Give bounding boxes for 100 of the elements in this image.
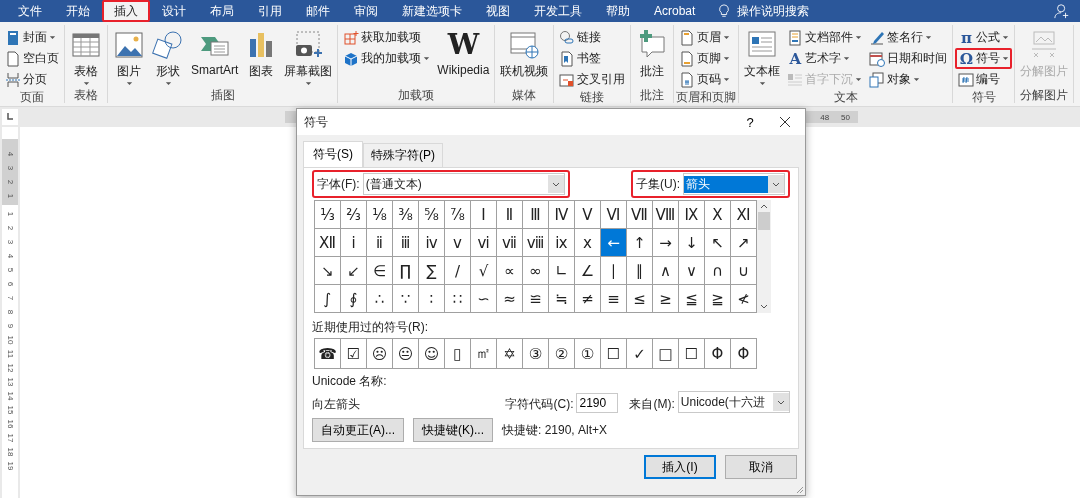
ribbon-tab[interactable]: 新建选项卡 bbox=[390, 0, 474, 22]
ribbon-button[interactable]: 获取加载项 bbox=[340, 27, 434, 48]
symbol-cell[interactable]: ∝ bbox=[497, 257, 522, 284]
symbol-cell[interactable]: ∧ bbox=[653, 257, 678, 284]
symbol-cell[interactable]: → bbox=[653, 229, 678, 256]
symbol-cell[interactable]: ⅱ bbox=[367, 229, 392, 256]
recent-symbol-cell[interactable]: ㎡ bbox=[471, 339, 496, 368]
ribbon-button[interactable]: 空白页 bbox=[2, 48, 62, 69]
symbol-cell[interactable]: ∟ bbox=[549, 257, 574, 284]
symbol-cell[interactable]: ↓ bbox=[679, 229, 704, 256]
ribbon-button[interactable]: 签名行 bbox=[866, 27, 951, 48]
ribbon-tab[interactable]: 视图 bbox=[474, 0, 522, 22]
recent-symbol-cell[interactable]: ✡ bbox=[497, 339, 522, 368]
ribbon-tab[interactable]: 设计 bbox=[150, 0, 198, 22]
recent-symbol-cell[interactable]: ☹ bbox=[367, 339, 392, 368]
ribbon-button[interactable]: 分页 bbox=[2, 69, 62, 90]
symbol-cell[interactable]: ∏ bbox=[393, 257, 418, 284]
symbol-cell[interactable]: ⅵ bbox=[471, 229, 496, 256]
symbol-cell[interactable]: ∷ bbox=[445, 285, 470, 312]
symbol-cell[interactable]: ∣ bbox=[601, 257, 626, 284]
symbol-cell[interactable]: ∠ bbox=[575, 257, 600, 284]
font-dropdown[interactable]: (普通文本) bbox=[362, 173, 565, 195]
recent-symbol-cell[interactable]: Φ bbox=[705, 339, 730, 368]
recent-symbol-cell[interactable]: ③ bbox=[523, 339, 548, 368]
ribbon-button[interactable]: 屏幕截图 bbox=[281, 27, 336, 88]
symbol-cell[interactable]: ∨ bbox=[679, 257, 704, 284]
ribbon-button[interactable]: 链接 bbox=[556, 27, 629, 48]
char-code-field[interactable]: 2190 bbox=[576, 393, 619, 413]
symbol-cell[interactable]: ⅞ bbox=[445, 201, 470, 228]
recent-symbol-cell[interactable]: ② bbox=[549, 339, 574, 368]
ribbon-button[interactable]: 文档部件 bbox=[784, 27, 866, 48]
symbol-cell[interactable]: ∩ bbox=[705, 257, 730, 284]
recent-symbol-cell[interactable]: ✓ bbox=[627, 339, 652, 368]
symbol-cell[interactable]: Ⅹ bbox=[705, 201, 730, 228]
symbol-cell[interactable]: ∑ bbox=[419, 257, 444, 284]
recent-symbol-cell[interactable]: Φ bbox=[731, 339, 756, 368]
symbol-cell[interactable]: ⅰ bbox=[341, 229, 366, 256]
ribbon-tab[interactable]: 帮助 bbox=[594, 0, 642, 22]
symbol-cell[interactable]: ⅴ bbox=[445, 229, 470, 256]
ribbon-button[interactable]: A 艺术字 bbox=[784, 48, 866, 69]
symbol-cell[interactable]: ⅔ bbox=[341, 201, 366, 228]
symbol-cell[interactable]: ⅳ bbox=[419, 229, 444, 256]
symbol-cell[interactable]: ∈ bbox=[367, 257, 392, 284]
recent-symbol-cell[interactable]: ☺ bbox=[419, 339, 444, 368]
symbol-cell[interactable]: ⅜ bbox=[393, 201, 418, 228]
scrollbar[interactable] bbox=[757, 200, 771, 313]
recent-symbol-cell[interactable]: ☑ bbox=[341, 339, 366, 368]
symbol-cell[interactable]: ≧ bbox=[705, 285, 730, 312]
symbol-cell[interactable]: Ⅵ bbox=[601, 201, 626, 228]
symbol-cell[interactable]: ⅝ bbox=[419, 201, 444, 228]
ribbon-tab[interactable]: 开发工具 bbox=[522, 0, 594, 22]
symbol-cell[interactable]: ∶ bbox=[419, 285, 444, 312]
symbol-cell[interactable]: ↙ bbox=[341, 257, 366, 284]
recent-symbol-cell[interactable]: □ bbox=[653, 339, 678, 368]
ribbon-button[interactable]: 日期和时间 bbox=[866, 48, 951, 69]
symbol-cell[interactable]: ≒ bbox=[549, 285, 574, 312]
ribbon-button[interactable]: 我的加载项 bbox=[340, 48, 434, 69]
from-dropdown[interactable]: Unicode(十六进 bbox=[677, 391, 790, 413]
symbol-cell[interactable]: ≥ bbox=[653, 285, 678, 312]
help-button[interactable]: ? bbox=[735, 113, 765, 131]
ribbon-button[interactable]: SmartArt bbox=[188, 27, 242, 88]
symbol-cell[interactable]: Ⅸ bbox=[679, 201, 704, 228]
user-icon[interactable] bbox=[1054, 3, 1070, 19]
search-field[interactable]: 操作说明搜索 bbox=[735, 0, 840, 22]
ribbon-button[interactable]: π 公式 bbox=[955, 27, 1013, 48]
symbol-cell[interactable]: √ bbox=[471, 257, 496, 284]
symbol-cell[interactable]: ↖ bbox=[705, 229, 730, 256]
symbol-cell[interactable]: ⅓ bbox=[315, 201, 340, 228]
symbol-cell[interactable]: ∽ bbox=[471, 285, 496, 312]
ribbon-tab[interactable]: 文件 bbox=[6, 0, 54, 22]
symbol-cell[interactable]: ≮ bbox=[731, 285, 756, 312]
ribbon-button[interactable]: 批注 bbox=[633, 27, 672, 88]
dialog-tab[interactable]: 符号(S) bbox=[303, 141, 363, 167]
symbol-cell[interactable]: Ⅴ bbox=[575, 201, 600, 228]
ribbon-button[interactable]: 表格 bbox=[67, 27, 105, 88]
ribbon-button[interactable]: 书签 bbox=[556, 48, 629, 69]
symbol-cell[interactable]: Ⅶ bbox=[627, 201, 652, 228]
symbol-cell[interactable]: ≠ bbox=[575, 285, 600, 312]
symbol-cell[interactable]: Ⅺ bbox=[731, 201, 756, 228]
symbol-cell[interactable]: ∪ bbox=[731, 257, 756, 284]
symbol-cell[interactable]: ≦ bbox=[679, 285, 704, 312]
symbol-cell[interactable]: ≌ bbox=[523, 285, 548, 312]
ribbon-button[interactable]: W Wikipedia bbox=[434, 27, 493, 88]
symbol-cell[interactable]: ≈ bbox=[497, 285, 522, 312]
symbol-cell[interactable]: ⅲ bbox=[393, 229, 418, 256]
symbol-cell[interactable]: ↑ bbox=[627, 229, 652, 256]
symbol-cell[interactable]: Ⅲ bbox=[523, 201, 548, 228]
symbol-cell[interactable]: ⅷ bbox=[523, 229, 548, 256]
recent-symbol-cell[interactable]: ☐ bbox=[601, 339, 626, 368]
symbol-cell[interactable]: Ⅳ bbox=[549, 201, 574, 228]
ribbon-tab[interactable]: 审阅 bbox=[342, 0, 390, 22]
symbol-cell[interactable]: ∞ bbox=[523, 257, 548, 284]
dialog-tab[interactable]: 特殊字符(P) bbox=[363, 143, 443, 167]
symbol-cell[interactable]: ⅸ bbox=[549, 229, 574, 256]
symbol-cell[interactable]: ∮ bbox=[341, 285, 366, 312]
ribbon-button[interactable]: 对象 bbox=[866, 69, 951, 90]
ribbon-button[interactable]: 页码 bbox=[676, 69, 734, 90]
ribbon-button[interactable]: 图表 bbox=[242, 27, 281, 88]
dialog-button[interactable]: 自动更正(A)... bbox=[312, 418, 404, 442]
dialog-button[interactable]: 快捷键(K)... bbox=[413, 418, 493, 442]
